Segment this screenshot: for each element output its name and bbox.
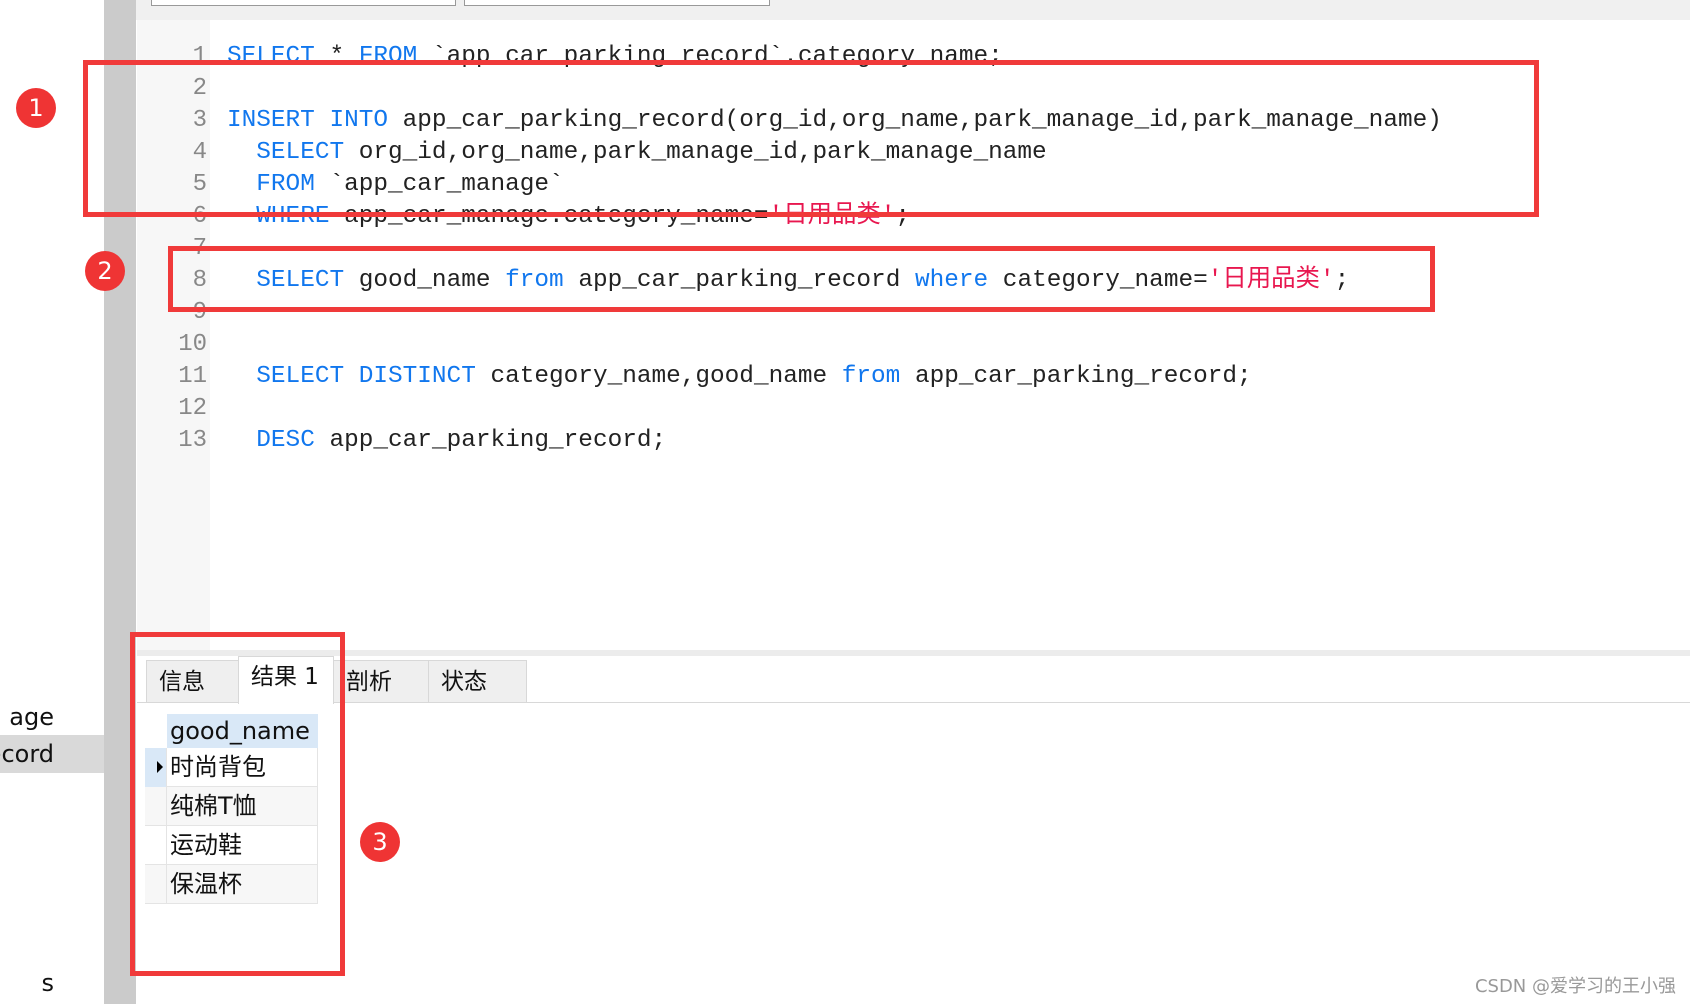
sidebar-item-label: ecord: [0, 740, 54, 768]
line-number: 12: [178, 395, 207, 422]
annotation-box-3: [130, 632, 345, 976]
watermark: CSDN @爱学习的王小强: [1474, 976, 1676, 997]
sql-text: category_name,good_name: [475, 363, 842, 390]
line-number: 13: [178, 427, 207, 454]
code-line[interactable]: DESC app_car_parking_record;: [227, 425, 666, 457]
sidebar-item-label: age: [9, 703, 54, 731]
sql-text: app_car_parking_record;: [900, 363, 1252, 390]
toolbar-dropdown[interactable]: [151, 0, 456, 6]
annotation-badge-3: 3: [360, 822, 400, 862]
code-line[interactable]: SELECT DISTINCT category_name,good_name …: [227, 361, 1252, 393]
tab-profile[interactable]: 剖析: [333, 660, 429, 703]
annotation-badge-1: 1: [16, 88, 56, 128]
results-tab-bar: 信息 结果 1 剖析 状态: [137, 656, 1690, 704]
sql-keyword: from: [841, 363, 901, 390]
line-number: 10: [178, 331, 207, 358]
sidebar-item-selected[interactable]: ecord: [0, 735, 104, 773]
sql-text: app_car_parking_record;: [314, 427, 667, 454]
annotation-box-1: [83, 60, 1539, 217]
annotation-badge-2: 2: [85, 251, 125, 291]
annotation-box-2: [168, 246, 1435, 312]
sql-keyword: SELECT DISTINCT: [256, 363, 476, 390]
sidebar-item[interactable]: age: [0, 698, 104, 736]
toolbar: [136, 0, 1690, 20]
line-number: 11: [178, 363, 207, 390]
tab-status[interactable]: 状态: [428, 660, 527, 703]
toolbar-dropdown[interactable]: [464, 0, 770, 6]
sidebar-item-label: s: [41, 969, 54, 997]
sql-keyword: DESC: [256, 427, 315, 454]
sidebar-item[interactable]: s: [0, 964, 104, 1002]
